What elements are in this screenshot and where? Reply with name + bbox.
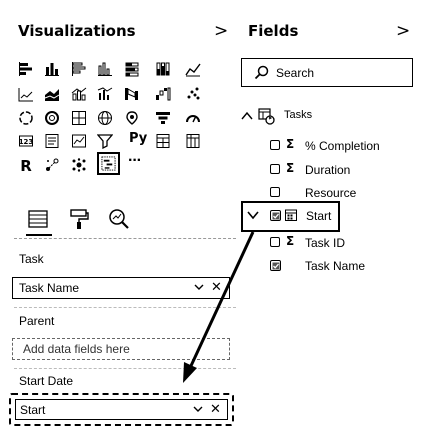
collapse-fields-icon[interactable]: > (396, 22, 410, 40)
fields-title: Fields (248, 22, 299, 40)
sigma-icon: Σ (286, 137, 295, 151)
sigma-icon: Σ (286, 161, 295, 175)
checkbox-task-id[interactable] (270, 237, 280, 247)
sigma-icon: Σ (286, 234, 295, 248)
field-task-id[interactable]: Task ID (305, 236, 345, 250)
field-duration[interactable]: Duration (305, 163, 350, 177)
table-refresh-icon (258, 108, 275, 125)
checkbox-completion[interactable] (270, 140, 280, 150)
checkbox-duration[interactable] (270, 164, 280, 174)
field-completion[interactable]: % Completion (305, 139, 380, 153)
chevron-down-icon[interactable] (247, 210, 259, 220)
table-name[interactable]: Tasks (284, 109, 312, 121)
search-icon (254, 65, 269, 80)
search-input: Search (276, 66, 315, 80)
checkbox-start-checked[interactable] (270, 210, 281, 221)
checkbox-resource[interactable] (270, 187, 280, 197)
checkmark-icon (272, 262, 279, 269)
field-task-name[interactable]: Task Name (305, 259, 365, 273)
checkbox-task-name-checked[interactable] (270, 260, 281, 271)
field-start[interactable]: Start (306, 209, 331, 223)
date-hierarchy-icon (285, 209, 297, 221)
checkmark-icon (272, 212, 279, 219)
field-resource[interactable]: Resource (305, 186, 356, 200)
chevron-up-icon[interactable] (241, 111, 253, 121)
fields-search-box[interactable]: Search (241, 58, 413, 87)
